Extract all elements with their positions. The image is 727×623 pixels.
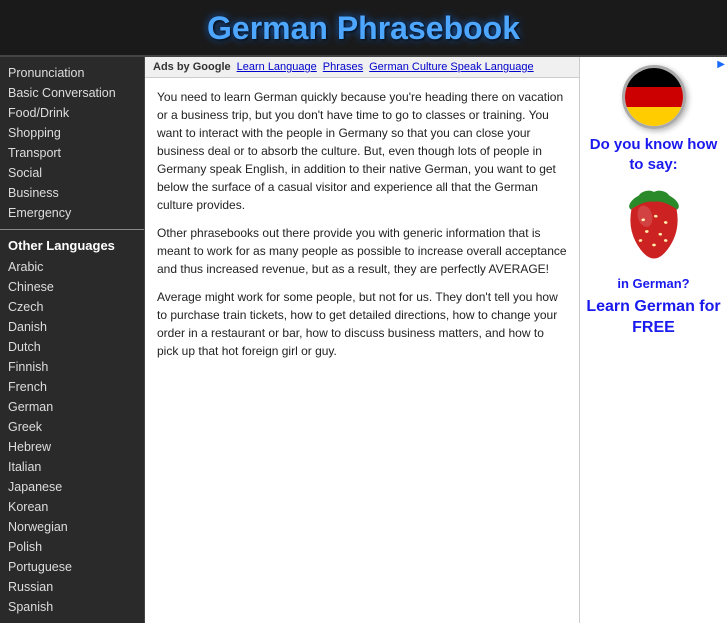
content-paragraphs: You need to learn German quickly because… bbox=[157, 88, 567, 360]
ad-question-text: Do you know how to say: bbox=[584, 135, 723, 174]
ad-arrow-icon[interactable]: ▶ bbox=[717, 59, 725, 70]
sidebar-lang-portuguese[interactable]: Portuguese bbox=[0, 557, 144, 577]
sidebar-lang-polish[interactable]: Polish bbox=[0, 537, 144, 557]
sidebar-lang-arabic[interactable]: Arabic bbox=[0, 257, 144, 277]
sidebar-language-list: ArabicChineseCzechDanishDutchFinnishFren… bbox=[0, 257, 144, 617]
sidebar-lang-czech[interactable]: Czech bbox=[0, 297, 144, 317]
ad-learn-text: Learn German for FREE bbox=[584, 297, 723, 339]
sidebar-item-emergency[interactable]: Emergency bbox=[0, 203, 144, 223]
sidebar-main-nav: PronunciationBasic ConversationFood/Drin… bbox=[0, 63, 144, 223]
sidebar-item-shopping[interactable]: Shopping bbox=[0, 123, 144, 143]
other-languages-title: Other Languages bbox=[0, 229, 144, 257]
main-content: Ads by Google Learn Language Phrases Ger… bbox=[145, 57, 579, 623]
content-paragraph: Average might work for some people, but … bbox=[157, 288, 567, 360]
content-paragraph: You need to learn German quickly because… bbox=[157, 88, 567, 214]
flag-red-stripe bbox=[625, 87, 683, 106]
sidebar-item-pronunciation[interactable]: Pronunciation bbox=[0, 63, 144, 83]
right-advertisement: ▶ Do you know how to say: bbox=[579, 57, 727, 623]
main-layout: PronunciationBasic ConversationFood/Drin… bbox=[0, 57, 727, 623]
content-area: You need to learn German quickly because… bbox=[145, 78, 579, 380]
sidebar-lang-finnish[interactable]: Finnish bbox=[0, 357, 144, 377]
sidebar-item-social[interactable]: Social bbox=[0, 163, 144, 183]
sidebar-lang-spanish[interactable]: Spanish bbox=[0, 597, 144, 617]
sidebar-item-transport[interactable]: Transport bbox=[0, 143, 144, 163]
page-header: German Phrasebook bbox=[0, 0, 727, 57]
ads-link-2[interactable]: Phrases bbox=[323, 61, 363, 73]
sidebar-lang-korean[interactable]: Korean bbox=[0, 497, 144, 517]
content-paragraph: Other phrasebooks out there provide you … bbox=[157, 224, 567, 278]
sidebar-item-basic-conversation[interactable]: Basic Conversation bbox=[0, 83, 144, 103]
ad-in-german-text: in German? bbox=[617, 276, 689, 293]
sidebar-lang-french[interactable]: French bbox=[0, 377, 144, 397]
sidebar-lang-japanese[interactable]: Japanese bbox=[0, 477, 144, 497]
ads-label: Ads by Google bbox=[153, 61, 231, 73]
ads-link-1[interactable]: Learn Language bbox=[237, 61, 317, 73]
sidebar-lang-italian[interactable]: Italian bbox=[0, 457, 144, 477]
ads-bar: Ads by Google Learn Language Phrases Ger… bbox=[145, 57, 579, 78]
flag-black-stripe bbox=[625, 68, 683, 87]
ads-link-3[interactable]: German Culture Speak Language bbox=[369, 61, 534, 73]
sidebar-lang-german[interactable]: German bbox=[0, 397, 144, 417]
sidebar-item-business[interactable]: Business bbox=[0, 183, 144, 203]
sidebar-item-food-drink[interactable]: Food/Drink bbox=[0, 103, 144, 123]
sidebar-lang-greek[interactable]: Greek bbox=[0, 417, 144, 437]
sidebar-lang-dutch[interactable]: Dutch bbox=[0, 337, 144, 357]
german-flag bbox=[622, 65, 686, 129]
strawberry-image bbox=[609, 182, 699, 272]
sidebar-lang-norwegian[interactable]: Norwegian bbox=[0, 517, 144, 537]
sidebar: PronunciationBasic ConversationFood/Drin… bbox=[0, 57, 145, 623]
flag-gold-stripe bbox=[625, 107, 683, 126]
sidebar-lang-danish[interactable]: Danish bbox=[0, 317, 144, 337]
sidebar-lang-chinese[interactable]: Chinese bbox=[0, 277, 144, 297]
sidebar-lang-russian[interactable]: Russian bbox=[0, 577, 144, 597]
sidebar-lang-hebrew[interactable]: Hebrew bbox=[0, 437, 144, 457]
page-title: German Phrasebook bbox=[0, 10, 727, 47]
